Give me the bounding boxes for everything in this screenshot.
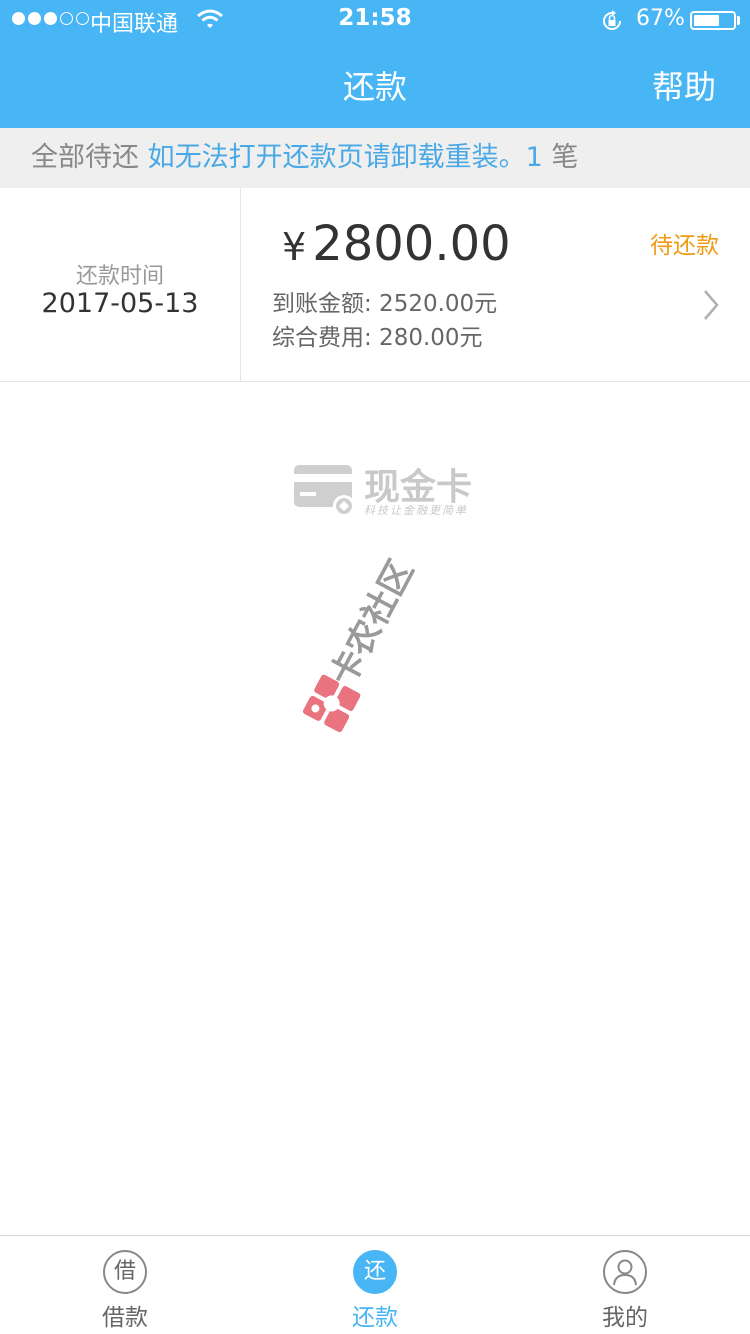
rotation-lock-icon — [600, 9, 624, 39]
page-title: 还款 — [342, 68, 407, 106]
tab-mine-label: 我的 — [602, 1305, 648, 1331]
battery-level — [694, 15, 720, 26]
tab-repay[interactable]: 还 还款 — [250, 1236, 500, 1334]
currency-symbol: ¥ — [282, 225, 307, 269]
repayment-page: 中国联通 21:58 67% 还款 帮助 全部待还 如无法打开还款页请卸载重装。… — [0, 0, 750, 1334]
amount-value: 2800.00 — [312, 216, 511, 272]
notice-count: 1 — [525, 142, 543, 173]
received-amount: 到账金额: 2520.00元 — [272, 291, 498, 317]
tab-borrow-label: 借款 — [102, 1305, 148, 1331]
fee-amount: 综合费用: 280.00元 — [272, 325, 483, 351]
repayment-record[interactable]: 还款时间 2017-05-13 ¥2800.00 到账金额: 2520.00元 … — [0, 188, 750, 382]
watermark-tagline: 科技让金融更简单 — [364, 504, 468, 517]
chevron-right-icon[interactable] — [702, 288, 720, 326]
notice-unit: 笔 — [551, 142, 579, 173]
help-button[interactable]: 帮助 — [652, 62, 716, 108]
community-text: 卡农社区 — [322, 553, 422, 693]
due-date-column: 还款时间 2017-05-13 — [0, 188, 241, 382]
borrow-icon: 借 — [103, 1250, 147, 1294]
community-watermark: 卡农社区 — [297, 554, 422, 740]
battery-percent: 67% — [636, 6, 685, 31]
user-icon — [603, 1250, 647, 1294]
tab-mine[interactable]: 我的 — [500, 1236, 750, 1334]
tab-bar: 借 借款 还 还款 我的 — [0, 1235, 750, 1334]
tab-borrow[interactable]: 借 借款 — [0, 1236, 250, 1334]
due-date: 2017-05-13 — [41, 288, 199, 319]
battery-icon — [690, 11, 736, 30]
due-date-label: 还款时间 — [75, 264, 164, 289]
top-bar: 中国联通 21:58 67% 还款 帮助 — [0, 0, 750, 128]
notice-message: 如无法打开还款页请卸载重装。 — [147, 142, 526, 173]
status-badge: 待还款 — [650, 233, 719, 259]
status-bar: 中国联通 21:58 67% — [0, 0, 750, 40]
repay-icon: 还 — [353, 1250, 397, 1294]
notice-bar: 全部待还 如无法打开还款页请卸载重装。1 笔 — [0, 128, 750, 188]
repayment-amount: ¥2800.00 — [282, 216, 511, 272]
notice-prefix: 全部待还 — [31, 142, 139, 173]
tab-repay-label: 还款 — [352, 1305, 398, 1331]
